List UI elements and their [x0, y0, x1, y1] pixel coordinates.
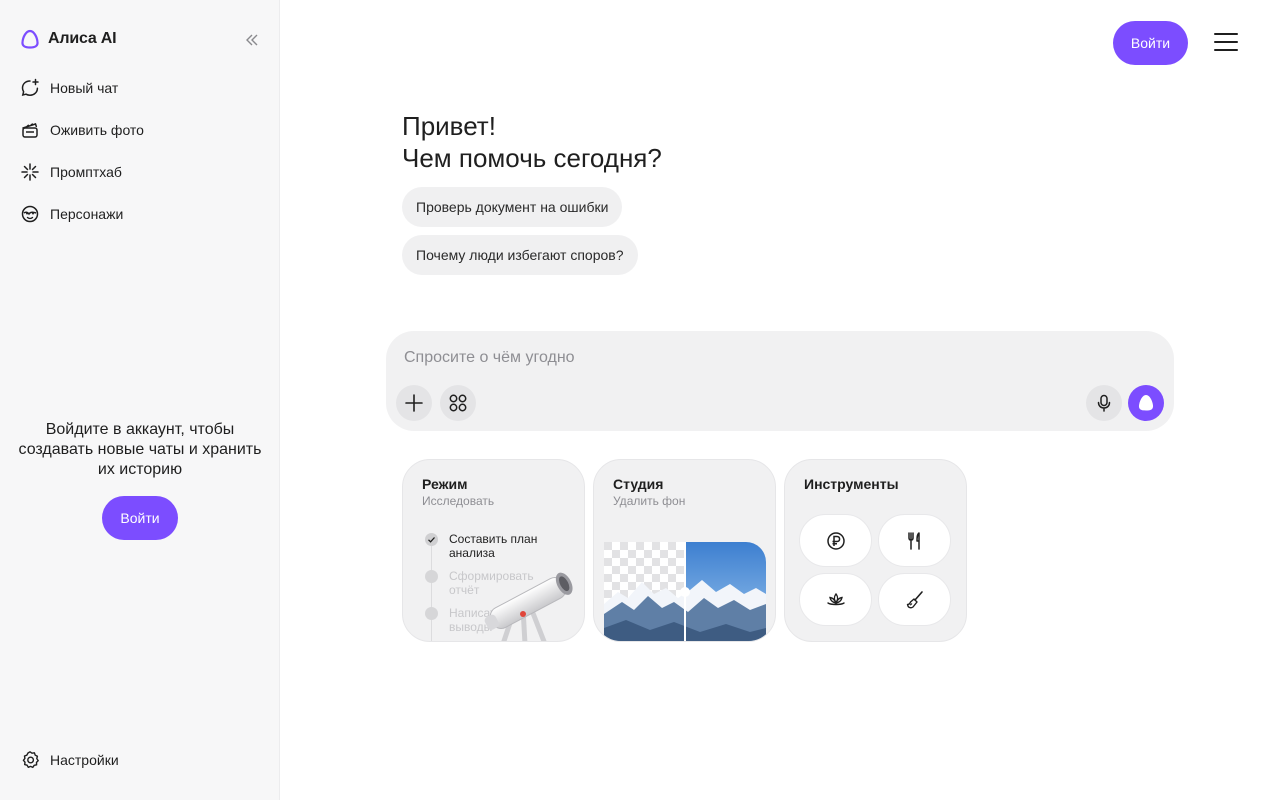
menu-line	[1214, 41, 1238, 43]
checkmark-icon	[425, 533, 438, 546]
sidebar-item-new-chat[interactable]: Новый чат	[0, 67, 280, 109]
alice-logo-icon	[1138, 395, 1154, 411]
studio-card-subtitle: Удалить фон	[613, 494, 686, 508]
tools-card-title: Инструменты	[804, 476, 899, 492]
header-login-button[interactable]: Войти	[1113, 21, 1188, 65]
sidebar-item-label: Новый чат	[50, 80, 119, 96]
sparkle-icon	[21, 163, 39, 181]
app-title: Алиса AI	[48, 30, 117, 47]
lotus-icon	[826, 592, 845, 605]
chat-input[interactable]	[404, 345, 1144, 371]
ruble-coin-icon	[826, 531, 845, 550]
alice-logo-icon	[21, 29, 39, 49]
sidebar-item-animate-photo[interactable]: Оживить фото	[0, 109, 280, 151]
double-chevron-left-icon	[246, 34, 258, 46]
sidebar-nav: Новый чат Оживить фото Промптхаб Персона…	[0, 67, 280, 235]
step-dot-icon	[425, 570, 438, 583]
tool-food-button[interactable]	[878, 514, 951, 567]
sidebar-item-characters[interactable]: Персонажи	[0, 193, 280, 235]
menu-line	[1214, 33, 1238, 35]
telescope-icon	[484, 572, 573, 641]
settings-label: Настройки	[50, 752, 119, 768]
sidebar-item-label: Оживить фото	[50, 122, 144, 138]
mask-icon	[21, 205, 39, 223]
tools-button[interactable]	[440, 385, 476, 421]
paint-brush-icon	[906, 590, 923, 608]
tools-grid	[799, 514, 953, 626]
mode-card[interactable]: Режим Исследовать Составить план анализа…	[402, 459, 585, 642]
microphone-icon	[1097, 394, 1111, 412]
collapse-sidebar-button[interactable]	[240, 30, 264, 50]
login-prompt-text: Войдите в аккаунт, чтобы создавать новые…	[18, 421, 262, 478]
sidebar-item-prompthub[interactable]: Промптхаб	[0, 151, 280, 193]
sidebar-login-block: Войдите в аккаунт, чтобы создавать новые…	[0, 420, 280, 540]
hamburger-menu-button[interactable]	[1214, 33, 1238, 53]
clapperboard-icon	[22, 123, 38, 138]
tool-wellness-button[interactable]	[799, 573, 872, 626]
plus-icon	[405, 394, 423, 412]
greeting-line-2: Чем помочь сегодня?	[402, 143, 662, 173]
new-chat-icon	[21, 78, 39, 97]
tool-creative-button[interactable]	[878, 573, 951, 626]
sidebar-login-button[interactable]: Войти	[102, 496, 178, 540]
attach-button[interactable]	[396, 385, 432, 421]
suggestion-chip[interactable]: Почему люди избегают споров?	[402, 235, 638, 275]
fork-knife-icon	[907, 531, 920, 550]
mode-card-subtitle: Исследовать	[422, 494, 495, 508]
greeting-line-1: Привет!	[402, 111, 496, 141]
chat-composer	[386, 331, 1174, 431]
sidebar-item-label: Промптхаб	[50, 164, 122, 180]
studio-card-title: Студия	[613, 476, 664, 492]
sidebar-item-label: Персонажи	[50, 206, 124, 222]
mode-card-title: Режим	[422, 476, 468, 492]
gear-icon	[22, 751, 39, 769]
tool-finance-button[interactable]	[799, 514, 872, 567]
studio-card[interactable]: Студия Удалить фон	[593, 459, 776, 642]
menu-line	[1214, 49, 1238, 51]
step-dot-icon	[425, 607, 438, 620]
brand[interactable]: Алиса AI	[20, 29, 117, 49]
alice-voice-button[interactable]	[1128, 385, 1164, 421]
suggestion-chip[interactable]: Проверь документ на ошибки	[402, 187, 623, 227]
background-removal-preview-image	[604, 542, 766, 641]
microphone-button[interactable]	[1086, 385, 1122, 421]
settings-button[interactable]: Настройки	[20, 750, 119, 770]
sidebar: Алиса AI Новый чат Оживить фото Промптха…	[0, 0, 280, 800]
greeting: Привет! Чем помочь сегодня?	[402, 110, 662, 174]
tools-card[interactable]: Инструменты	[784, 459, 967, 642]
grid-icon	[449, 394, 467, 412]
